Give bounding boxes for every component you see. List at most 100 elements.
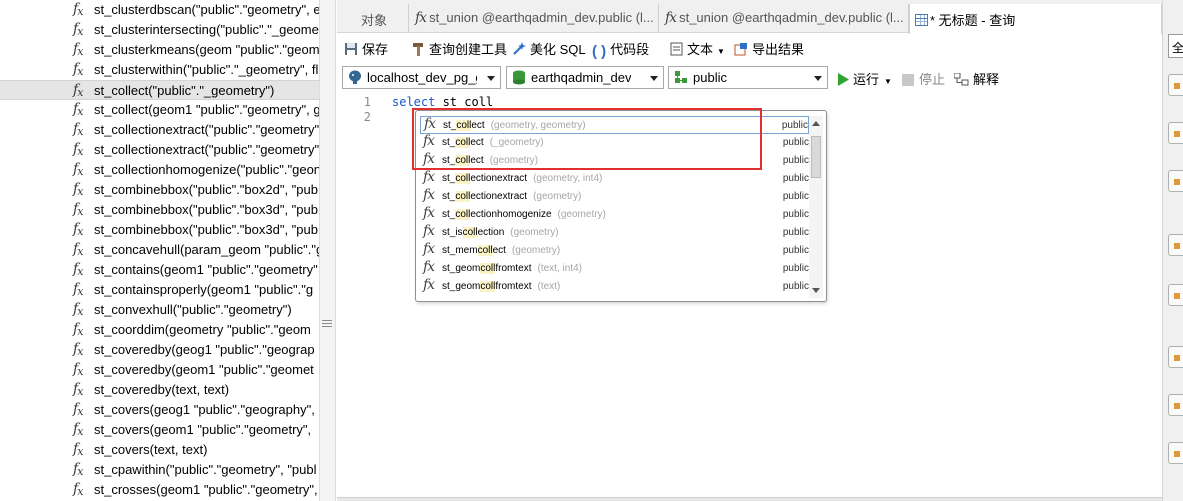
- autocomplete-item[interactable]: fx st_memcollect (geometry) public: [420, 241, 809, 260]
- document-icon: [670, 42, 683, 56]
- function-icon: fx: [73, 21, 83, 38]
- scrollbar-thumb[interactable]: [811, 136, 821, 178]
- function-icon: fx: [73, 101, 83, 118]
- export-results-button[interactable]: 导出结果: [734, 39, 804, 58]
- tree-item[interactable]: fx st_clusterdbscan("public"."geometry", …: [0, 0, 319, 20]
- tree-item[interactable]: fx st_collect(geom1 "public"."geometry", …: [0, 100, 319, 120]
- function-icon: fx: [73, 481, 83, 498]
- autocomplete-item[interactable]: fx st_geomcollfromtext (text, int4) public: [420, 259, 809, 278]
- function-icon: fx: [73, 281, 83, 298]
- stop-icon: [902, 74, 914, 86]
- autocomplete-item[interactable]: fx st_collectionextract (geometry, int4) pu…: [420, 169, 809, 188]
- tree-item[interactable]: fx st_convexhull("public"."geometry"): [0, 300, 319, 320]
- tab-objects[interactable]: 对象: [337, 4, 409, 33]
- beautify-sql-button[interactable]: 美化 SQL: [512, 39, 586, 58]
- chevron-down-icon: [650, 76, 658, 81]
- function-icon: fx: [73, 401, 83, 418]
- tree-item[interactable]: fx st_crosses(geom1 "public"."geometry",: [0, 480, 319, 500]
- tree-item[interactable]: fx st_combinebbox("public"."box3d", "pub: [0, 220, 319, 240]
- function-icon: fx: [423, 205, 435, 221]
- schema-select[interactable]: public: [668, 66, 828, 89]
- side-panel-button[interactable]: [1168, 170, 1183, 192]
- autocomplete-item[interactable]: fx st_iscollection (geometry) public: [420, 223, 809, 242]
- function-icon: fx: [423, 223, 435, 239]
- tab-untitled-query[interactable]: * 无标题 - 查询: [909, 4, 1162, 34]
- parentheses-icon: ( ): [592, 43, 607, 60]
- tree-item[interactable]: fx st_covers(text, text): [0, 440, 319, 460]
- function-icon: fx: [73, 221, 83, 238]
- function-icon: fx: [73, 361, 83, 378]
- side-panel-button[interactable]: [1168, 442, 1183, 464]
- line-number: 1: [363, 95, 371, 109]
- tab-st-union-1[interactable]: fx st_union @earthqadmin_dev.public (l...: [409, 4, 659, 33]
- tree-item[interactable]: fx st_clusterwithin("public"."_geometry",…: [0, 60, 319, 80]
- code-text: st_coll: [435, 95, 494, 109]
- tree-item[interactable]: fx st_containsproperly(geom1 "public"."g: [0, 280, 319, 300]
- function-icon: fx: [415, 10, 427, 26]
- tree-item[interactable]: fx st_coveredby(text, text): [0, 380, 319, 400]
- tree-item[interactable]: fx st_coveredby(geog1 "public"."geograp: [0, 340, 319, 360]
- function-icon: fx: [73, 181, 83, 198]
- database-select[interactable]: earthqadmin_dev: [506, 66, 664, 89]
- function-icon: fx: [423, 187, 435, 203]
- right-side-panel: 全: [1162, 0, 1183, 501]
- tree-item[interactable]: fx st_clusterintersecting("public"."_geom…: [0, 20, 319, 40]
- save-button[interactable]: 保存: [344, 39, 388, 58]
- explain-button[interactable]: 解释: [953, 69, 999, 88]
- tree-item-selected[interactable]: fx st_collect("public"."_geometry"): [0, 80, 319, 100]
- run-button[interactable]: 运行 ▼: [837, 69, 892, 88]
- tree-item[interactable]: fx st_coveredby(geom1 "public"."geomet: [0, 360, 319, 380]
- tree-item[interactable]: fx st_covers(geog1 "public"."geography",: [0, 400, 319, 420]
- tree-item[interactable]: fx st_combinebbox("public"."box2d", "pub: [0, 180, 319, 200]
- tree-item[interactable]: fx st_combinebbox("public"."box3d", "pub: [0, 200, 319, 220]
- postgresql-icon: [349, 70, 361, 84]
- side-panel-button[interactable]: [1168, 346, 1183, 368]
- function-icon: fx: [73, 121, 83, 138]
- scroll-up-arrow-icon[interactable]: [812, 121, 820, 126]
- autocomplete-item[interactable]: fx st_collectionextract (geometry) public: [420, 187, 809, 206]
- side-panel-button[interactable]: [1168, 394, 1183, 416]
- code-snippet-button[interactable]: ( ) 代码段: [592, 39, 649, 60]
- stop-button[interactable]: 停止: [902, 69, 945, 88]
- side-panel-button[interactable]: [1168, 234, 1183, 256]
- text-menu-button[interactable]: 文本 ▼: [670, 39, 725, 58]
- autocomplete-item[interactable]: fx st_geomcollfromtext (text) public: [420, 277, 809, 296]
- function-icon: fx: [73, 161, 83, 178]
- function-icon: fx: [423, 259, 435, 275]
- tree-item[interactable]: fx st_collectionextract("public"."geometr…: [0, 140, 319, 160]
- query-builder-button[interactable]: 查询创建工具: [411, 39, 507, 58]
- function-icon: fx: [665, 10, 677, 26]
- scroll-down-arrow-icon[interactable]: [812, 288, 820, 293]
- results-panel-edge: [337, 497, 1162, 501]
- function-icon: fx: [73, 201, 83, 218]
- tree-item[interactable]: fx st_collectionextract("public"."geometr…: [0, 120, 319, 140]
- splitter-grip[interactable]: [322, 318, 332, 332]
- tree-item[interactable]: fx st_cpawithin("public"."geometry", "pub…: [0, 460, 319, 480]
- export-icon: [734, 43, 747, 56]
- side-tab[interactable]: 全: [1168, 34, 1183, 58]
- code-line-1: select st_coll: [392, 95, 493, 109]
- tree-item[interactable]: fx st_covers(geom1 "public"."geometry",: [0, 420, 319, 440]
- server-select[interactable]: localhost_dev_pg_gl: [342, 66, 501, 89]
- autocomplete-scrollbar[interactable]: [809, 116, 823, 298]
- function-icon: fx: [73, 141, 83, 158]
- tree-item[interactable]: fx st_contains(geom1 "public"."geometry": [0, 260, 319, 280]
- autocomplete-item[interactable]: fx st_collectionhomogenize (geometry) publi…: [420, 205, 809, 224]
- tree-item[interactable]: fx st_coorddim(geometry "public"."geom: [0, 320, 319, 340]
- tree-item[interactable]: fx st_concavehull(param_geom "public"."g: [0, 240, 319, 260]
- connection-bar: localhost_dev_pg_gl earthqadmin_dev publ…: [337, 64, 1162, 91]
- function-icon: fx: [73, 421, 83, 438]
- function-tree: fx st_clusterdbscan("public"."geometry", …: [0, 0, 319, 501]
- function-icon: fx: [73, 61, 83, 78]
- side-panel-button[interactable]: [1168, 74, 1183, 96]
- panel-splitter[interactable]: [319, 0, 336, 501]
- tab-st-union-2[interactable]: fx st_union @earthqadmin_dev.public (l...: [659, 4, 909, 33]
- tree-item[interactable]: fx st_clusterkmeans(geom "public"."geom: [0, 40, 319, 60]
- side-panel-button[interactable]: [1168, 284, 1183, 306]
- tree-item[interactable]: fx st_collectionhomogenize("public"."geon: [0, 160, 319, 180]
- side-panel-button[interactable]: [1168, 122, 1183, 144]
- hammer-icon: [413, 43, 423, 56]
- database-icon: [513, 70, 525, 85]
- line-number: 2: [363, 110, 371, 124]
- function-icon: fx: [423, 241, 435, 257]
